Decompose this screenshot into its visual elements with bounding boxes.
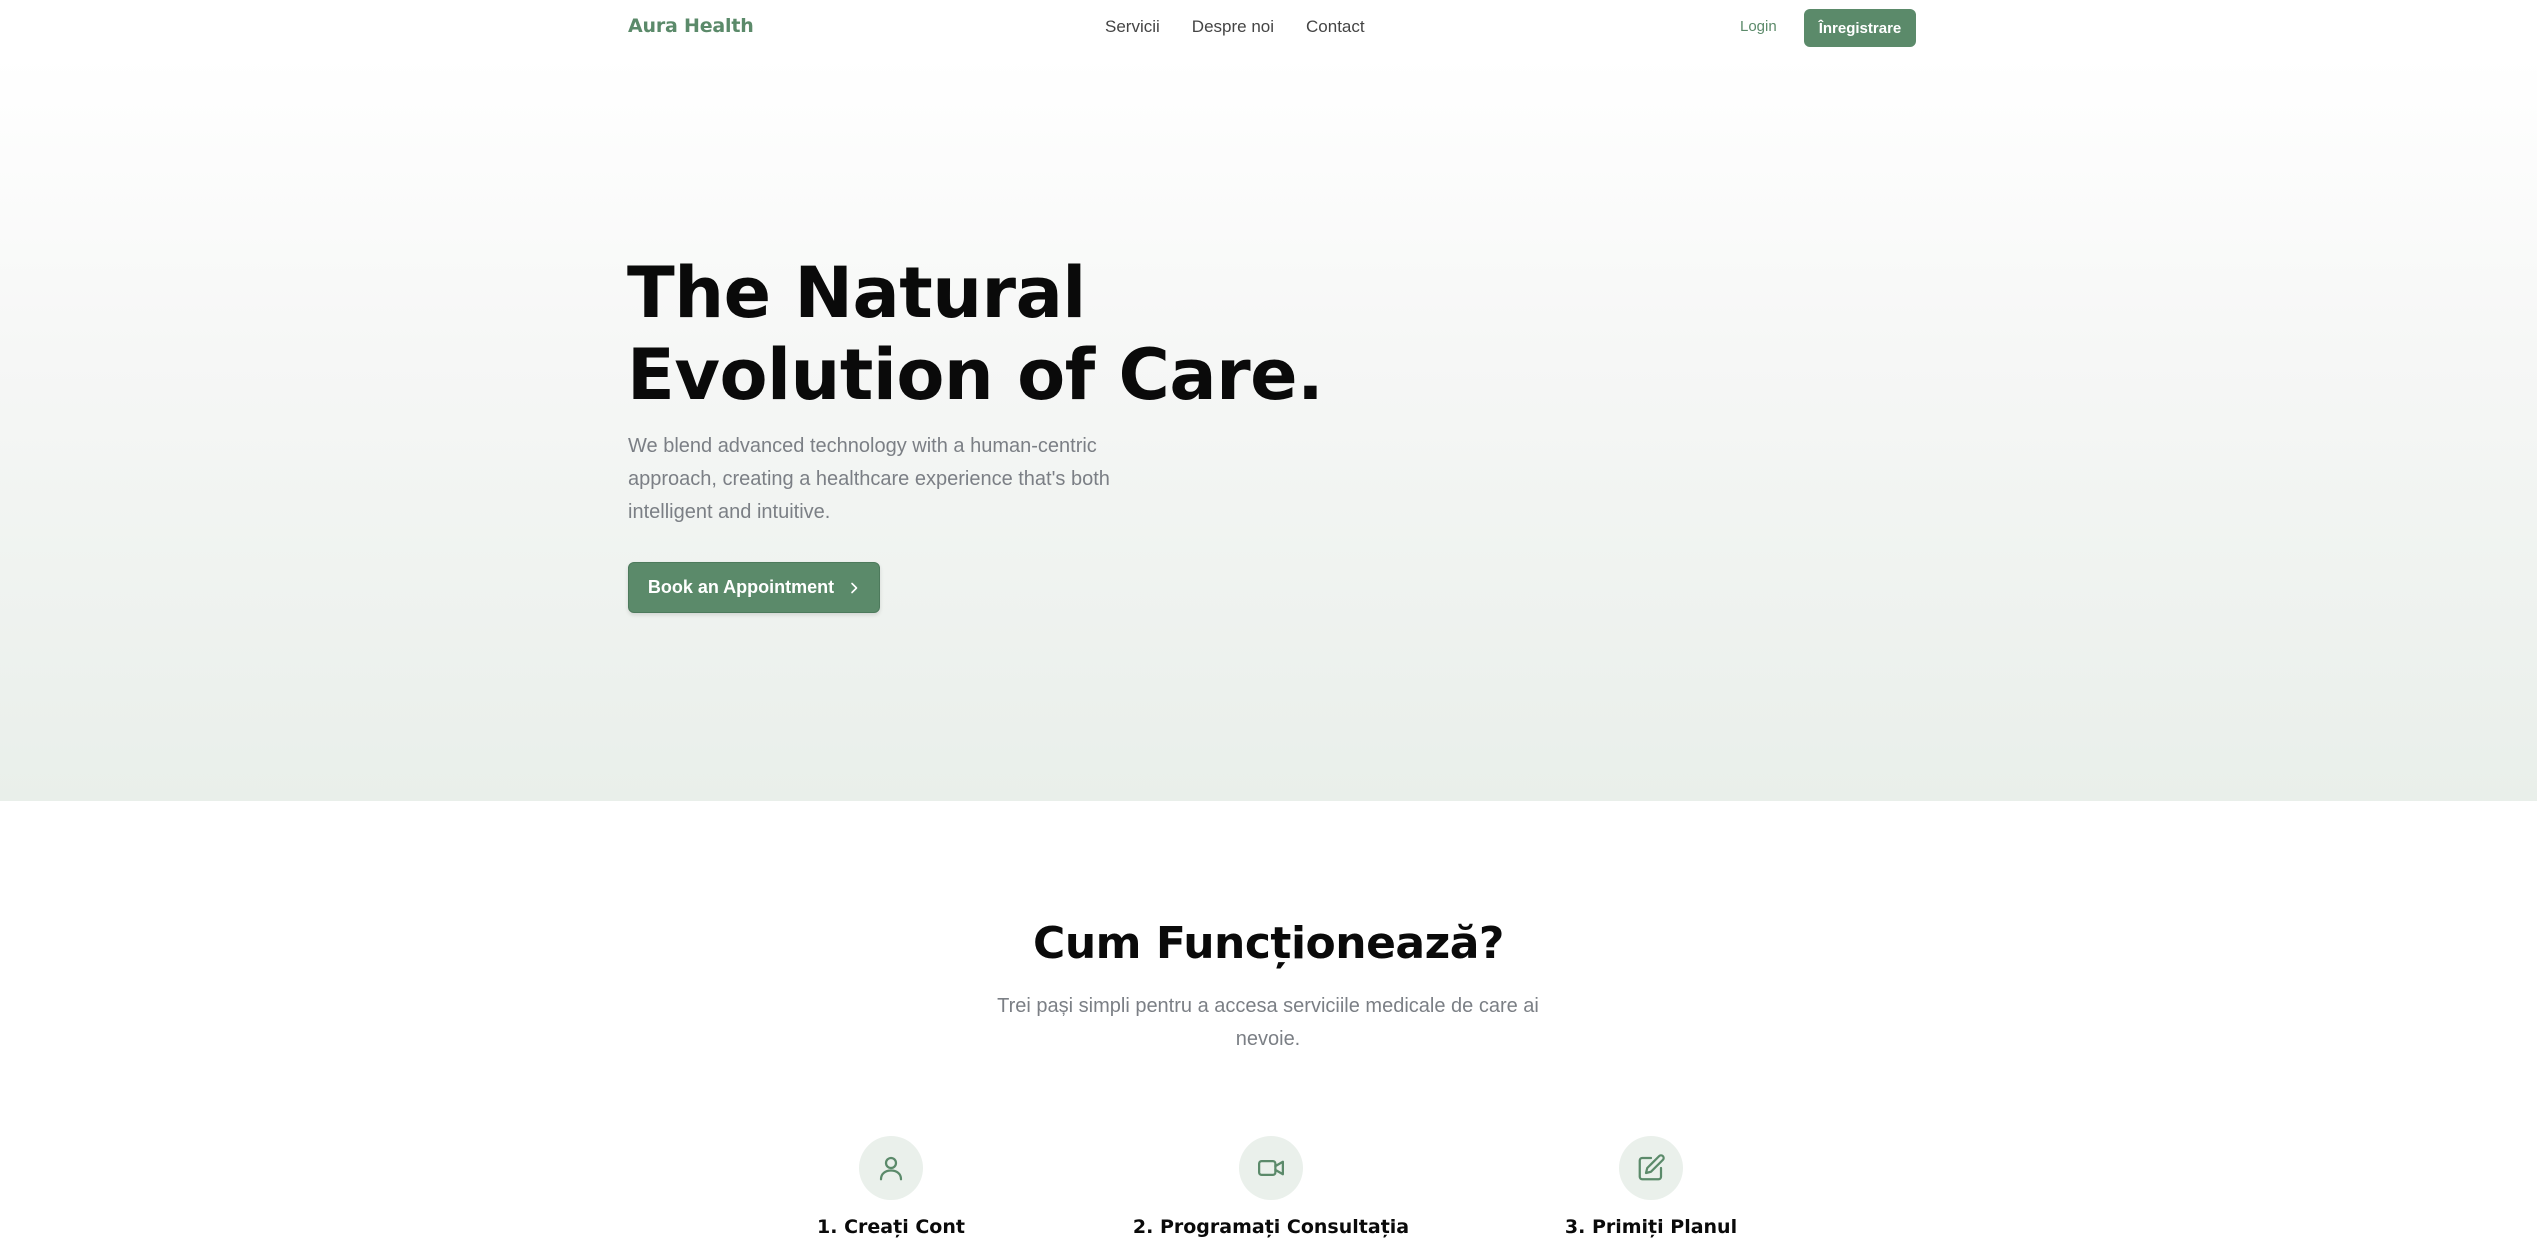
user-icon [879,1156,903,1181]
hero-title-line-1: The Natural [627,252,1086,334]
how-it-works-subtitle: Trei pași simpli pentru a accesa servici… [997,995,1539,1050]
step-receive-plan: 3. Primiți Planul [1471,1136,1831,1238]
site-header: Aura Health Servicii Despre noi Contact … [0,0,2537,56]
hero-title-line-2: Evolution of Care. [627,334,1324,416]
edit-icon [1638,1154,1665,1181]
main-nav: Servicii Despre noi Contact [1105,17,1365,37]
nav-link-despre-noi[interactable]: Despre noi [1192,17,1274,37]
logo[interactable]: Aura Health [628,15,754,37]
register-button[interactable]: Înregistrare [1804,9,1916,47]
nav-link-contact[interactable]: Contact [1306,17,1365,37]
step-schedule-consultation: 2. Programați Consultația [1091,1136,1451,1238]
step-icon-circle [1239,1136,1303,1200]
step-create-account: 1. Creați Cont [711,1136,1071,1238]
how-it-works-title: Cum Funcționează? [1033,918,1504,969]
step-icon-circle [859,1136,923,1200]
login-link[interactable]: Login [1740,18,1777,35]
step-title: 2. Programați Consultația [1132,1216,1410,1238]
nav-link-servicii[interactable]: Servicii [1105,17,1160,37]
chevron-right-icon [851,582,858,593]
hero-subtitle: We blend advanced technology with a huma… [628,435,1110,523]
hero-title: The Natural Evolution of Care. [627,252,1427,416]
book-appointment-button[interactable]: Book an Appointment [628,562,880,613]
step-title: 1. Creați Cont [817,1216,965,1238]
video-camera-icon [1258,1160,1284,1176]
step-icon-circle [1619,1136,1683,1200]
hero-section: The Natural Evolution of Care. We blend … [0,56,2537,801]
book-appointment-label: Book an Appointment [647,577,835,597]
step-title: 3. Primiți Planul [1564,1216,1738,1238]
